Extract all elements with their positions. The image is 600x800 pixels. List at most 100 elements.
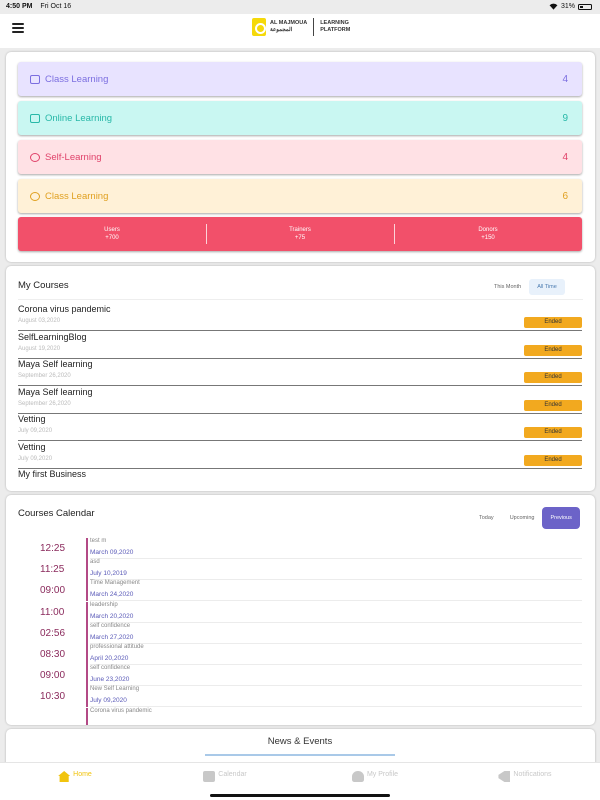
logo-text-platform: PLATFORM [320, 27, 351, 33]
timeline-line [86, 559, 88, 581]
calendar-entry[interactable]: 11:25 asd July 10,2019 [18, 559, 582, 581]
courses-calendar-title: Courses Calendar [18, 508, 95, 519]
wifi-icon [549, 3, 558, 10]
status-badge: Ended [524, 454, 582, 466]
calendar-entry[interactable]: 12:25 test m March 09,2020 [18, 538, 582, 559]
stat-label: Class Learning [45, 73, 109, 85]
course-row[interactable]: SelfLearningBlog August 19,2020 Ended [18, 331, 582, 359]
calendar-tabs: Today Upcoming Previous [471, 507, 580, 529]
stat-online-learning[interactable]: Online Learning 9 [18, 101, 582, 135]
entry-date: July 09,2020 [90, 697, 127, 705]
stat-count: 4 [562, 151, 568, 163]
my-courses-tabs: This Month All Time [486, 279, 565, 295]
logo-text-ar: المجموعة [270, 27, 293, 33]
entry-title: leadership [90, 601, 118, 608]
calendar-entry[interactable]: Corona virus pandemic [18, 707, 582, 725]
entry-date: April 20,2020 [90, 655, 129, 662]
tab-all-time[interactable]: All Time [529, 279, 565, 295]
course-name: Corona virus pandemic [18, 304, 111, 314]
stat-label: Online Learning [45, 112, 113, 124]
stat-class-learning[interactable]: Class Learning 4 [18, 62, 582, 96]
timeline-line [86, 665, 88, 687]
calendar-entry[interactable]: 10:30 New Self Learning July 09,2020 [18, 686, 582, 708]
stat-count: 6 [562, 190, 568, 202]
entry-title: self confidence [90, 622, 131, 629]
course-date: September 26,2020 [18, 400, 71, 407]
calendar-entry[interactable]: 09:00 Time Management March 24,2020 [18, 580, 582, 602]
tab-upcoming[interactable]: Upcoming [502, 510, 543, 526]
stats-card: Class Learning 4 Online Learning 9 Self-… [6, 52, 595, 262]
stat-class-learning-2[interactable]: Class Learning 6 [18, 179, 582, 213]
entry-time: 11:25 [40, 564, 65, 576]
battery-icon [578, 3, 592, 10]
timeline-line [86, 644, 88, 665]
home-icon [58, 771, 71, 782]
calendar-entry[interactable]: 11:00 leadership March 20,2020 [18, 601, 582, 623]
status-badge: Ended [524, 344, 582, 356]
entry-date: March 09,2020 [90, 549, 134, 556]
classroom-icon [30, 74, 40, 84]
calendar-icon [203, 771, 216, 782]
calendar-entry[interactable]: 09:00 self confidence June 23,2020 [18, 665, 582, 687]
entry-date: March 24,2020 [90, 591, 134, 599]
timeline-line [86, 538, 88, 559]
course-row[interactable]: Maya Self learning September 26,2020 Ended [18, 358, 582, 386]
calendar-entry[interactable]: 02:56 self confidence March 27,2020 [18, 622, 582, 644]
profile-icon [351, 771, 364, 782]
course-name: Vetting [18, 414, 46, 424]
entry-date: March 27,2020 [90, 633, 134, 641]
status-badge: Ended [524, 317, 582, 328]
calendar-entry[interactable]: 08:30 professional attitude April 20,2020 [18, 644, 582, 665]
status-badge: Ended [524, 399, 582, 411]
course-row[interactable]: Maya Self learning September 26,2020 Ended [18, 386, 582, 414]
entry-date: July 10,2019 [90, 570, 127, 578]
stat-self-learning[interactable]: Self-Learning 4 [18, 140, 582, 174]
course-row[interactable]: Vetting July 09,2020 Ended [18, 441, 582, 469]
menu-icon[interactable] [12, 23, 24, 33]
entry-time: 12:25 [40, 543, 66, 554]
entry-title: professional attitude [90, 644, 144, 650]
entry-title: Corona virus pandemic [90, 707, 152, 714]
entry-time: 08:30 [40, 649, 66, 660]
app-header: AL MAJMOUA المجموعة LEARNING PLATFORM [0, 14, 600, 48]
logo-text-en: AL MAJMOUA [270, 20, 308, 26]
tab-this-month[interactable]: This Month [486, 279, 529, 295]
entry-date: June 23,2020 [90, 676, 130, 684]
tab-notifications[interactable]: Notifications [450, 763, 600, 800]
person-icon [30, 152, 40, 162]
status-date: Fri Oct 16 [40, 3, 72, 10]
entry-time: 09:00 [40, 670, 66, 682]
summary-users: Users +700 [104, 227, 120, 241]
courses-calendar-card: Courses Calendar Today Upcoming Previous… [6, 495, 595, 725]
monitor-icon [30, 113, 40, 123]
entry-title: asd [90, 559, 100, 566]
entry-title: self confidence [90, 665, 131, 672]
summary-donors: Donors +150 [394, 217, 582, 251]
course-name: Maya Self learning [18, 386, 93, 397]
stat-label: Self-Learning [45, 151, 102, 163]
entry-title: New Self Learning [90, 686, 140, 693]
course-name: SelfLearningBlog [18, 331, 87, 342]
entry-time: 02:56 [40, 627, 66, 639]
course-row[interactable]: Corona virus pandemic August 03,2020 Ended [18, 303, 582, 331]
tab-previous[interactable]: Previous [542, 507, 580, 529]
news-events-underline [205, 754, 395, 756]
course-date: July 09,2020 [18, 428, 53, 434]
summary-trainers: Trainers +75 [206, 217, 394, 251]
course-date: September 26,2020 [18, 373, 71, 379]
course-row[interactable]: Vetting July 09,2020 Ended [18, 413, 582, 441]
course-date: August 19,2020 [18, 345, 61, 352]
course-row[interactable]: My first Business [18, 468, 582, 491]
course-name: My first Business [18, 469, 87, 479]
timeline-line [86, 622, 88, 644]
entry-date: March 20,2020 [90, 612, 134, 620]
tab-home[interactable]: Home [0, 763, 150, 800]
logo-mark-icon [252, 18, 266, 36]
logo-text-learning: LEARNING [320, 20, 349, 26]
status-time: 4:50 PM [6, 3, 33, 10]
tab-today[interactable]: Today [471, 510, 502, 526]
my-courses-title: My Courses [18, 280, 69, 291]
entry-title: test m [90, 538, 107, 544]
course-name: Vetting [18, 441, 46, 452]
stat-count: 4 [562, 73, 568, 85]
